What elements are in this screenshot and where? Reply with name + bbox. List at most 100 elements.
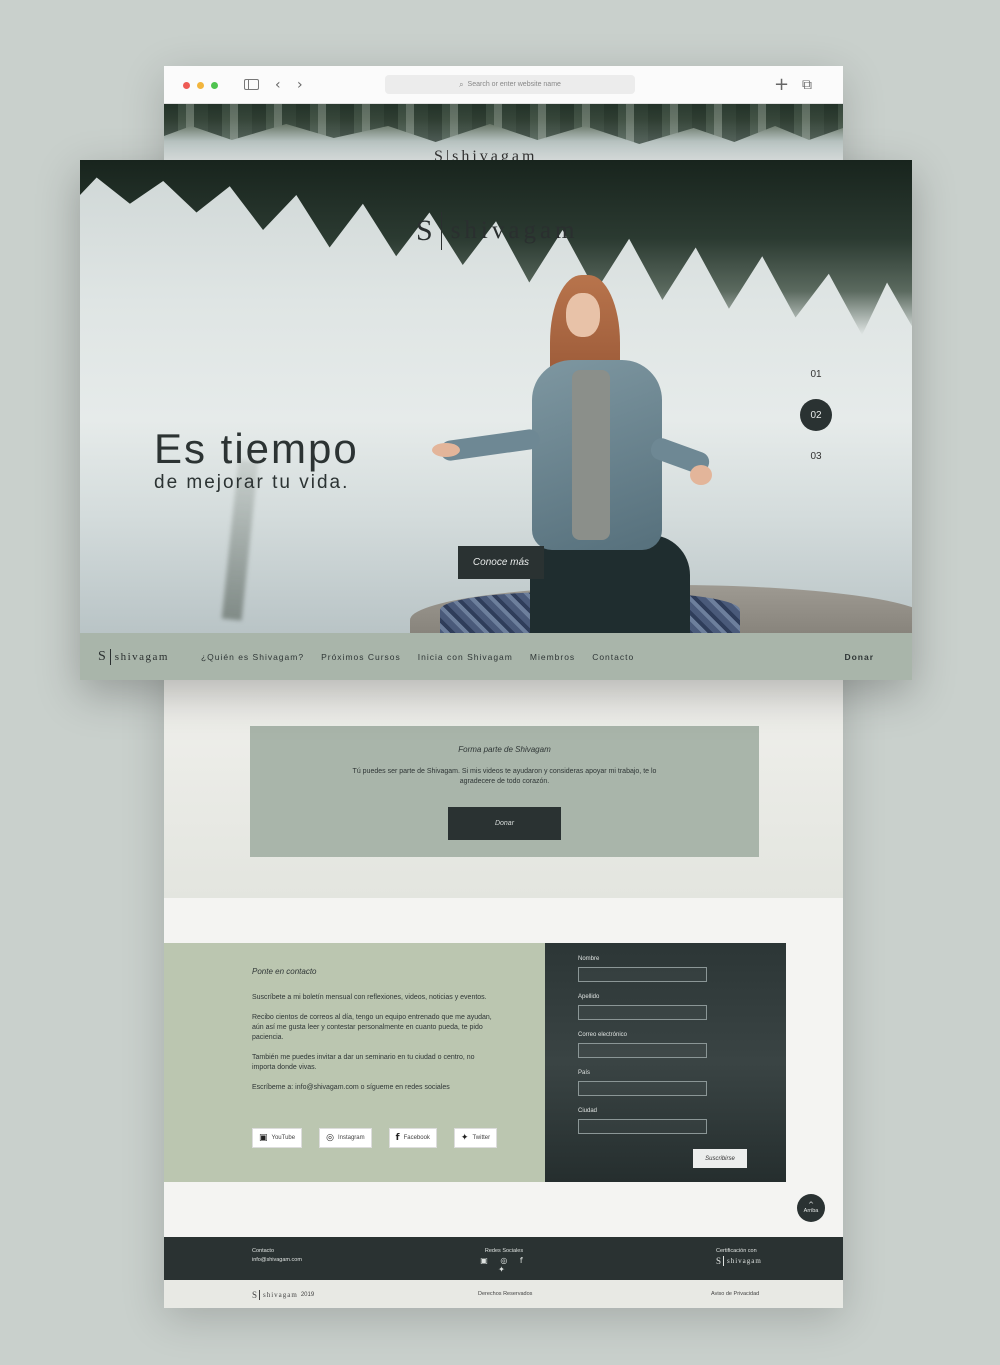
scroll-top-button[interactable]: ^ Arriba — [797, 1194, 825, 1222]
new-tab-icon[interactable]: + — [774, 75, 789, 95]
social-buttons: ▣ YouTube ◎ Instagram f Facebook ✦ Twitt… — [252, 1128, 514, 1148]
left-hand — [432, 443, 460, 457]
logo-initial: S — [252, 1290, 261, 1300]
copyright-year: 2019 — [300, 1292, 315, 1298]
twitter-button[interactable]: ✦ Twitter — [453, 1128, 498, 1148]
right-hand — [690, 465, 712, 485]
footer-social-icons[interactable]: ▣ ◎ f ✦ — [474, 1256, 534, 1274]
hero-image: S shivagam Es tiempo de mejorar tu vida.… — [80, 160, 912, 633]
hero-subtitle: de mejorar tu vida. — [154, 472, 350, 493]
apellido-field[interactable] — [578, 1005, 707, 1020]
nav-item-inicia[interactable]: Inicia con Shivagam — [418, 652, 513, 662]
field-label-ciudad: Ciudad — [578, 1108, 598, 1114]
hero-logo[interactable]: S shivagam — [416, 212, 579, 250]
nombre-field[interactable] — [578, 967, 707, 982]
support-box: Forma parte de Shivagam Tú puedes ser pa… — [250, 726, 759, 857]
logo-initial: S — [98, 648, 111, 665]
instagram-icon: ◎ — [326, 1133, 334, 1143]
contact-section: Ponte en contacto Suscríbete a mi boletí… — [164, 943, 786, 1182]
youtube-icon: ▣ — [259, 1133, 268, 1143]
main-nav: S shivagam ¿Quién es Shivagam? Próximos … — [80, 633, 912, 680]
logo-name: shivagam — [450, 217, 579, 244]
nav-logo[interactable]: S shivagam — [98, 648, 169, 665]
field-label-pais: País — [578, 1070, 591, 1076]
subscribe-button[interactable]: Suscribirse — [693, 1149, 747, 1168]
logo-name: shivagam — [114, 650, 169, 663]
close-window-button[interactable] — [183, 82, 190, 89]
logo-initial: S — [716, 1256, 725, 1266]
nav-items: ¿Quién es Shivagam? Próximos Cursos Inic… — [201, 652, 651, 662]
slide-indicator[interactable]: 01 — [800, 358, 832, 390]
minimize-window-button[interactable] — [197, 82, 204, 89]
maximize-window-button[interactable] — [211, 82, 218, 89]
browser-toolbar: ‹ › ⌕ Search or enter website name + ⧉ — [164, 66, 843, 104]
hero-headline: Es tiempo de mejorar tu vida. — [154, 426, 359, 494]
url-placeholder: Search or enter website name — [467, 81, 561, 88]
tabs-overview-icon[interactable]: ⧉ — [802, 75, 812, 95]
hero-title: Es tiempo — [154, 425, 359, 472]
meditating-woman-photo — [432, 275, 712, 633]
twitter-label: Twitter — [472, 1135, 491, 1141]
bottom-bar: S shivagam 2019 Derechos Reservados Avis… — [164, 1280, 843, 1308]
logo-initial: S — [416, 212, 442, 250]
forward-icon[interactable]: › — [297, 75, 303, 95]
slide-indicator[interactable]: 03 — [800, 440, 832, 472]
footer-social-title: Redes Sociales — [484, 1248, 524, 1254]
nav-donate-link[interactable]: Donar — [844, 652, 874, 662]
contact-paragraph: Escríbeme a: info@shivagam.com o sígueme… — [252, 1084, 450, 1091]
rights-text: Derechos Reservados — [478, 1291, 533, 1297]
subscribe-form: Nombre Apellido Correo electrónico País … — [545, 943, 786, 1182]
footer-cert-title: Certificación con — [716, 1248, 757, 1254]
forest-reflection — [164, 104, 843, 144]
facebook-button[interactable]: f Facebook — [388, 1128, 437, 1148]
footer-email-link[interactable]: info@shivagam.com — [252, 1256, 302, 1265]
footer-contact: Contacto info@shivagam.com — [252, 1247, 302, 1265]
logo-name: shivagam — [727, 1256, 762, 1265]
sidebar-toggle-icon[interactable] — [244, 79, 259, 90]
shirt — [572, 370, 610, 540]
nav-item-cursos[interactable]: Próximos Cursos — [321, 652, 401, 662]
back-icon[interactable]: ‹ — [275, 75, 281, 95]
nav-item-quien[interactable]: ¿Quién es Shivagam? — [201, 652, 304, 662]
footer-socials: Redes Sociales ▣ ◎ f ✦ — [474, 1247, 534, 1274]
contact-paragraph: Recibo cientos de correos al día, tengo … — [252, 1014, 492, 1041]
nav-item-miembros[interactable]: Miembros — [530, 652, 575, 662]
support-title: Forma parte de Shivagam — [458, 745, 551, 754]
privacy-link[interactable]: Aviso de Privacidad — [711, 1291, 759, 1297]
footer-contact-title: Contacto — [252, 1248, 275, 1254]
support-description: Tú puedes ser parte de Shivagam. Si mis … — [352, 768, 657, 785]
twitter-icon: ✦ — [460, 1133, 469, 1143]
instagram-label: Instagram — [337, 1135, 365, 1141]
bottom-logo: S shivagam 2019 — [252, 1290, 314, 1300]
hero-panel: S shivagam Es tiempo de mejorar tu vida.… — [80, 160, 912, 680]
learn-more-button[interactable]: Conoce más — [458, 546, 544, 579]
contact-paragraph: Suscríbete a mi boletín mensual con refl… — [252, 994, 487, 1001]
field-label-email: Correo electrónico — [578, 1032, 628, 1038]
donate-button[interactable]: Donar — [448, 807, 561, 840]
footer-logo[interactable]: S shivagam — [716, 1256, 762, 1266]
field-label-apellido: Apellido — [578, 994, 600, 1000]
contact-info: Ponte en contacto Suscríbete a mi boletí… — [252, 967, 492, 1103]
slide-indicator-active[interactable]: 02 — [800, 399, 832, 431]
footer: Contacto info@shivagam.com Redes Sociale… — [164, 1237, 843, 1280]
youtube-label: YouTube — [271, 1135, 296, 1141]
back-hero-image: S|shivagam — [164, 104, 843, 166]
scroll-top-label: Arriba — [803, 1208, 819, 1214]
youtube-button[interactable]: ▣ YouTube — [252, 1128, 303, 1148]
contact-title: Ponte en contacto — [252, 967, 317, 976]
logo-name: shivagam — [263, 1291, 298, 1299]
field-label-nombre: Nombre — [578, 956, 600, 962]
search-icon: ⌕ — [459, 79, 464, 89]
facebook-label: Facebook — [403, 1135, 430, 1141]
nav-item-contacto[interactable]: Contacto — [592, 652, 634, 662]
slide-indicators: 01 02 03 — [800, 358, 832, 481]
ciudad-field[interactable] — [578, 1119, 707, 1134]
facebook-icon: f — [395, 1133, 400, 1143]
email-field[interactable] — [578, 1043, 707, 1058]
footer-certification: Certificación con S shivagam — [716, 1247, 762, 1266]
pais-field[interactable] — [578, 1081, 707, 1096]
face — [566, 293, 600, 337]
contact-paragraph: También me puedes invitar a dar un semin… — [252, 1054, 475, 1071]
url-bar[interactable]: ⌕ Search or enter website name — [385, 75, 635, 94]
instagram-button[interactable]: ◎ Instagram — [319, 1128, 372, 1148]
